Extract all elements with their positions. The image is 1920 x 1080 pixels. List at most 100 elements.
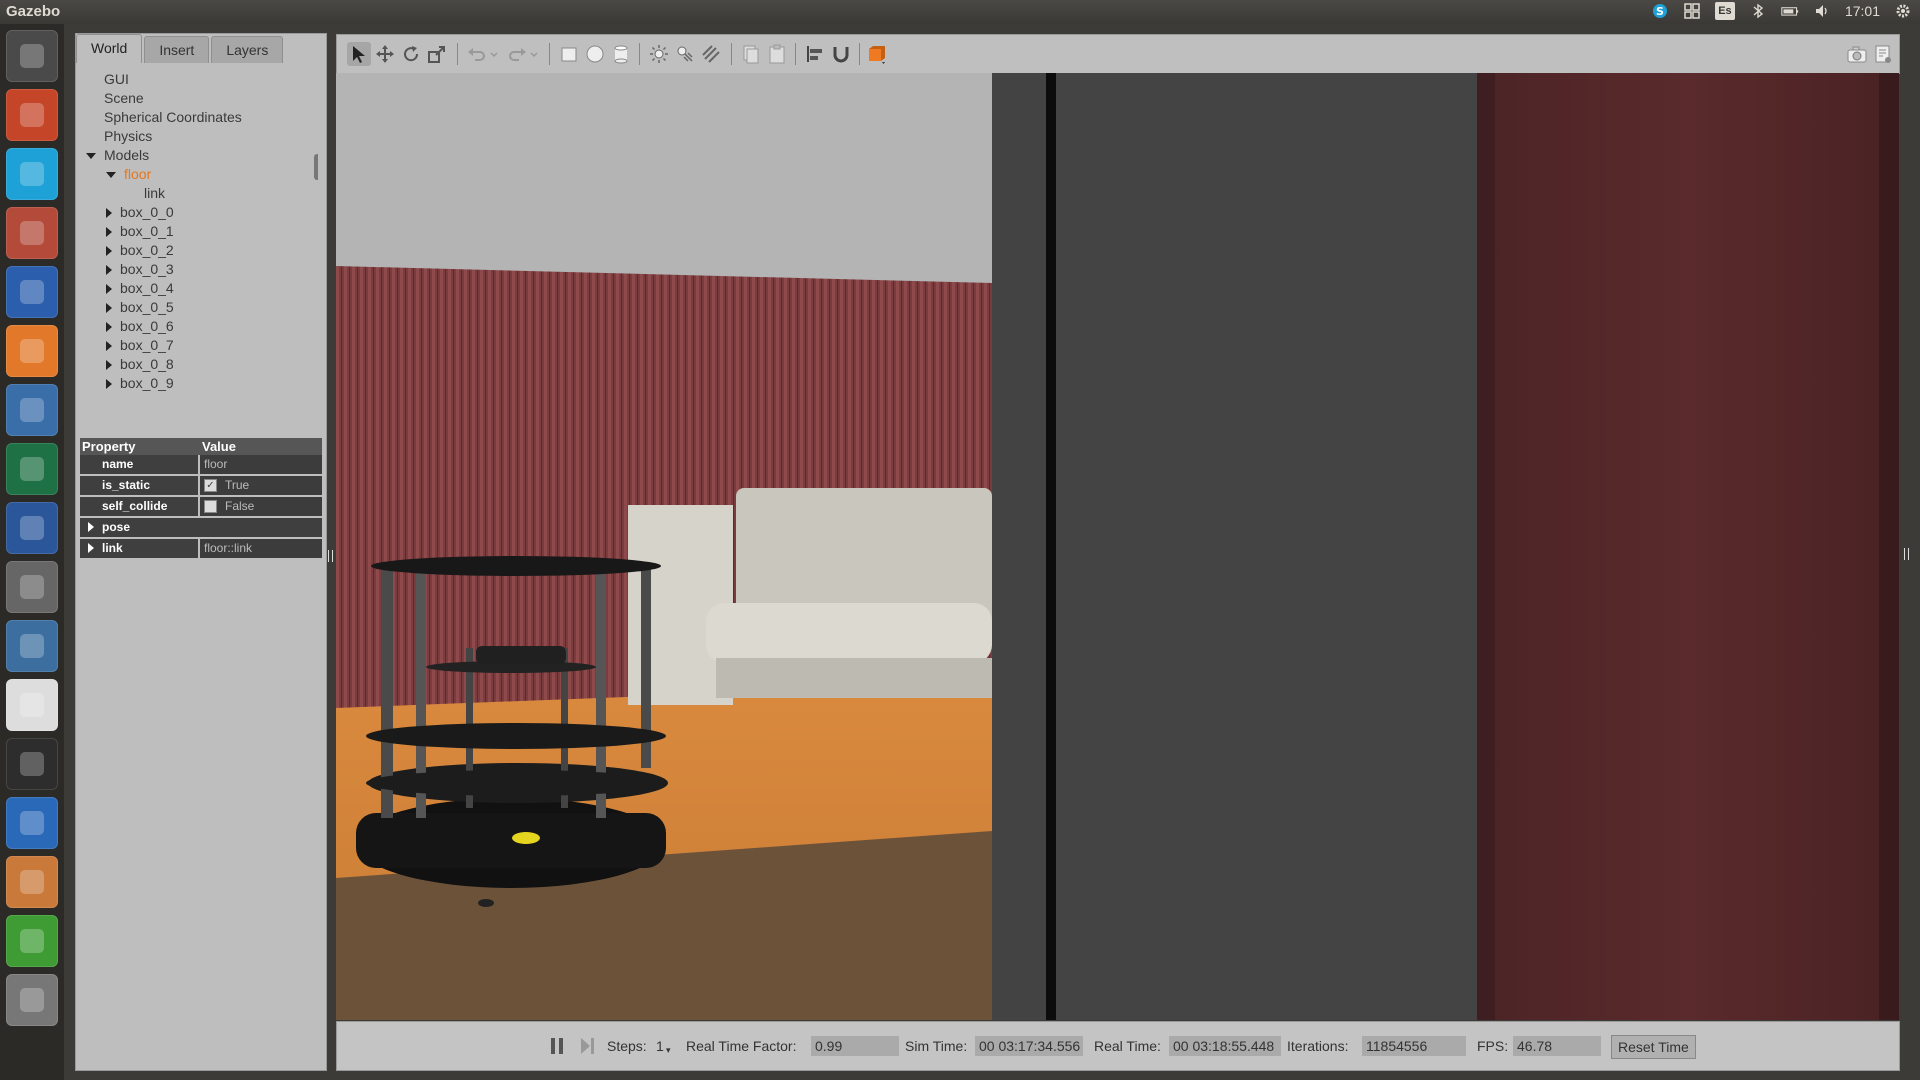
is-static-checkbox[interactable]: ✓ <box>204 479 217 492</box>
translate-mode-button[interactable] <box>373 42 397 66</box>
tree-item-box-0-9[interactable]: box_0_9 <box>106 374 174 392</box>
redo-button[interactable] <box>505 42 529 66</box>
tab-layers[interactable]: Layers <box>211 36 284 63</box>
tree-item-models[interactable]: Models <box>86 146 149 164</box>
bluetooth-icon[interactable] <box>1749 2 1767 20</box>
undo-button[interactable] <box>465 42 489 66</box>
launcher-file-manager[interactable] <box>6 207 58 259</box>
tree-scrollbar[interactable] <box>314 154 318 180</box>
self-collide-checkbox[interactable] <box>204 500 217 513</box>
launcher-workspace-stack[interactable] <box>6 974 58 1026</box>
spot-light-button[interactable] <box>673 42 697 66</box>
keyboard-layout-indicator[interactable]: Es <box>1714 2 1735 20</box>
launcher-foxit-reader[interactable] <box>6 679 58 731</box>
screenshot-button[interactable] <box>1845 42 1869 66</box>
tree-item-scene[interactable]: Scene <box>104 89 144 107</box>
sphere-shape-icon <box>586 45 604 63</box>
tree-item-box-0-2[interactable]: box_0_2 <box>106 241 174 259</box>
select-mode-button[interactable] <box>347 42 371 66</box>
property-row-pose[interactable]: pose <box>80 518 322 539</box>
launcher-media-player[interactable] <box>6 797 58 849</box>
steps-chevron-down-icon[interactable]: ▾ <box>666 1041 671 1059</box>
expand-arrow-icon[interactable] <box>106 379 112 390</box>
launcher-firefox[interactable] <box>6 266 58 318</box>
insert-box-button[interactable] <box>557 42 581 66</box>
expand-arrow-icon[interactable] <box>88 543 94 553</box>
tree-item-box-0-1[interactable]: box_0_1 <box>106 222 174 240</box>
battery-icon[interactable] <box>1781 2 1799 20</box>
tree-item-box-0-0[interactable]: box_0_0 <box>106 203 174 221</box>
insert-cylinder-button[interactable] <box>609 42 633 66</box>
launcher-powerpoint[interactable] <box>6 89 58 141</box>
expand-arrow-icon[interactable] <box>106 284 112 295</box>
tree-item-box-0-8[interactable]: box_0_8 <box>106 355 174 373</box>
tab-insert[interactable]: Insert <box>144 36 210 63</box>
rotate-mode-button[interactable] <box>399 42 423 66</box>
tab-world[interactable]: World <box>76 34 143 63</box>
launcher-virtualbox[interactable] <box>6 856 58 908</box>
launcher-matlab[interactable] <box>6 620 58 672</box>
expand-arrow-icon[interactable] <box>106 172 116 179</box>
view-angle-button[interactable] <box>865 42 889 66</box>
launcher-skype[interactable] <box>6 148 58 200</box>
expand-arrow-icon[interactable] <box>106 246 112 257</box>
launcher-word[interactable] <box>6 502 58 554</box>
launcher-software-center[interactable] <box>6 325 58 377</box>
tree-item-box-0-6[interactable]: box_0_6 <box>106 317 174 335</box>
paste-button[interactable] <box>765 42 789 66</box>
tree-item-box-0-4[interactable]: box_0_4 <box>106 279 174 297</box>
expand-arrow-icon[interactable] <box>106 265 112 276</box>
pause-button[interactable] <box>545 1034 569 1058</box>
tree-item-link[interactable]: link <box>144 184 165 202</box>
insert-sphere-button[interactable] <box>583 42 607 66</box>
point-light-button[interactable] <box>647 42 671 66</box>
launcher-calc-spreadsheet[interactable] <box>6 915 58 967</box>
snap-button[interactable] <box>829 42 853 66</box>
tree-item-floor[interactable]: floor <box>106 165 151 183</box>
launcher-terminal[interactable] <box>6 738 58 790</box>
record-log-button[interactable] <box>1871 42 1895 66</box>
align-button[interactable] <box>803 42 827 66</box>
tree-item-physics[interactable]: Physics <box>104 127 152 145</box>
clock[interactable]: 17:01 <box>1845 3 1880 19</box>
tree-item-box-0-5[interactable]: box_0_5 <box>106 298 174 316</box>
expand-arrow-icon[interactable] <box>106 322 112 333</box>
scene-viewport[interactable] <box>336 73 1899 1020</box>
tree-item-spherical-coordinates[interactable]: Spherical Coordinates <box>104 108 242 126</box>
expand-arrow-icon[interactable] <box>86 153 96 160</box>
expand-arrow-icon[interactable] <box>106 303 112 314</box>
expand-arrow-icon[interactable] <box>106 341 112 352</box>
launcher-photos[interactable] <box>6 384 58 436</box>
software-center-icon <box>20 339 44 363</box>
steps-value[interactable]: 1 <box>656 1037 664 1055</box>
workspaces-icon[interactable] <box>1683 2 1701 20</box>
word-icon <box>20 516 44 540</box>
launcher-ubuntu-dash[interactable] <box>6 30 58 82</box>
link-group[interactable]: link <box>80 539 198 558</box>
step-button[interactable] <box>575 1034 599 1058</box>
settings-gear-icon[interactable] <box>1894 2 1912 20</box>
skype-tray-icon[interactable]: S <box>1651 2 1669 20</box>
copy-button[interactable] <box>739 42 763 66</box>
redo-dropdown[interactable] <box>527 42 541 66</box>
launcher-system-settings[interactable] <box>6 561 58 613</box>
directional-light-button[interactable] <box>699 42 723 66</box>
expand-arrow-icon[interactable] <box>106 227 112 238</box>
pose-group[interactable]: pose <box>80 518 322 537</box>
scene-render[interactable] <box>336 73 1899 1020</box>
expand-arrow-icon[interactable] <box>106 360 112 371</box>
expand-arrow-icon[interactable] <box>88 522 94 532</box>
right-panel-handle[interactable] <box>1904 548 1909 560</box>
tree-item-box-0-7[interactable]: box_0_7 <box>106 336 174 354</box>
scale-mode-button[interactable] <box>425 42 449 66</box>
panel-splitter-handle[interactable] <box>328 550 333 562</box>
launcher-excel[interactable] <box>6 443 58 495</box>
expand-arrow-icon[interactable] <box>106 208 112 219</box>
tree-item-box-0-3[interactable]: box_0_3 <box>106 260 174 278</box>
volume-icon[interactable] <box>1813 2 1831 20</box>
property-row-link[interactable]: link floor::link <box>80 539 322 560</box>
property-value-name[interactable]: floor <box>200 455 322 474</box>
reset-time-button[interactable]: Reset Time <box>1611 1035 1696 1059</box>
undo-dropdown[interactable] <box>487 42 501 66</box>
tree-item-gui[interactable]: GUI <box>104 70 129 88</box>
